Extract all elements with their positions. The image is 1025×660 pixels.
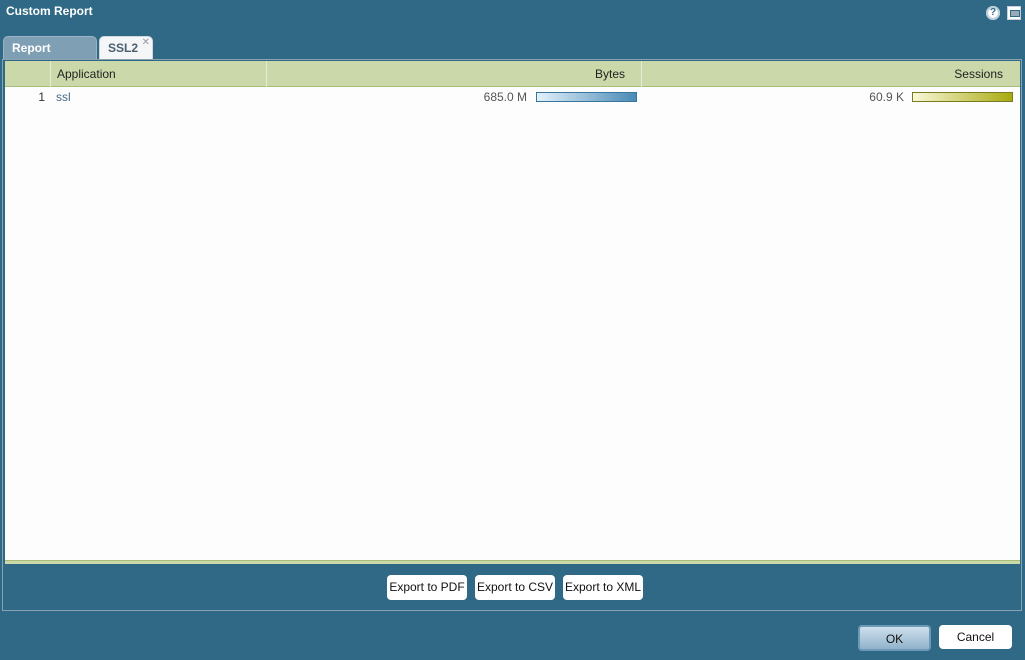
bytes-value: 685.0 M	[483, 90, 527, 104]
column-sessions[interactable]: Sessions	[641, 61, 1020, 87]
report-panel: Application Bytes Sessions 1 ssl 685.0 M…	[2, 59, 1022, 611]
table-header: Application Bytes Sessions	[5, 61, 1020, 87]
row-index: 1	[38, 90, 45, 104]
table-footer	[5, 560, 1020, 564]
help-icon[interactable]: ?	[986, 6, 1000, 20]
sessions-value: 60.9 K	[869, 90, 904, 104]
close-tab-icon[interactable]: ✕	[142, 32, 150, 54]
export-xml-button[interactable]: Export to XML	[563, 575, 643, 600]
ok-button[interactable]: OK	[858, 625, 931, 651]
sessions-bar	[912, 92, 1013, 102]
tab-ssl2[interactable]: SSL2 ✕	[99, 36, 153, 60]
application-link[interactable]: ssl	[56, 88, 71, 108]
window-title: Custom Report	[6, 4, 93, 18]
tab-label: SSL2	[108, 41, 139, 55]
export-pdf-button[interactable]: Export to PDF	[387, 575, 467, 600]
column-bytes[interactable]: Bytes	[266, 61, 641, 87]
cancel-button[interactable]: Cancel	[939, 625, 1012, 649]
column-application[interactable]: Application	[50, 61, 266, 87]
bytes-bar	[536, 92, 637, 102]
column-index	[5, 61, 50, 87]
report-table: Application Bytes Sessions 1 ssl 685.0 M…	[5, 61, 1020, 561]
maximize-icon[interactable]	[1007, 6, 1021, 20]
export-csv-button[interactable]: Export to CSV	[475, 575, 555, 600]
tab-report-setting[interactable]: Report Setting	[3, 36, 97, 77]
table-row[interactable]: 1 ssl 685.0 M 60.9 K	[5, 88, 1020, 108]
